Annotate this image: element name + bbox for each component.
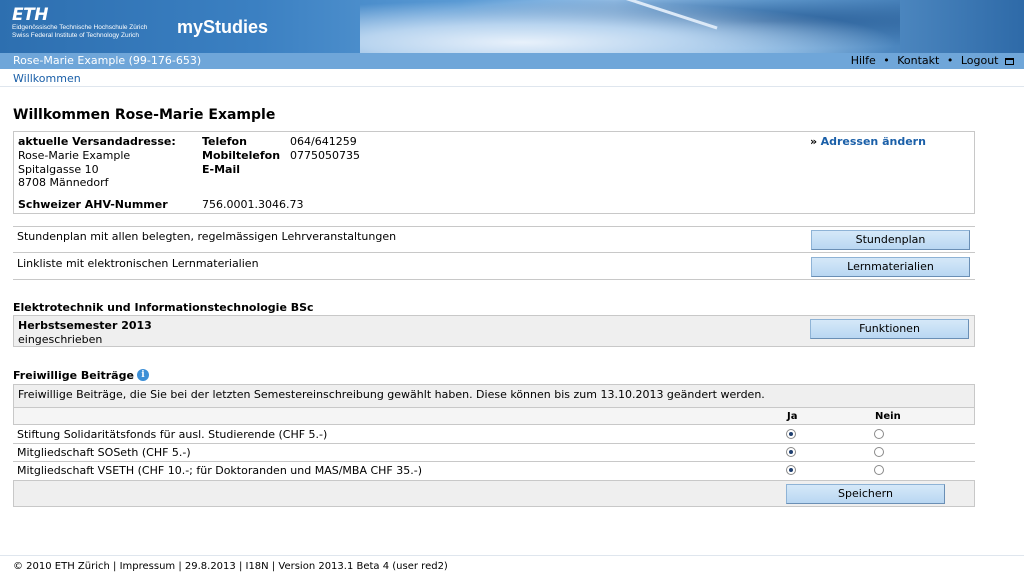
divider [0, 86, 1024, 87]
eth-logo[interactable]: ETH Eidgenössische Technische Hochschule… [12, 6, 147, 40]
mobile-value: 0775050735 [290, 149, 360, 162]
address-city: 8708 Männedorf [18, 176, 109, 189]
page-title: Willkommen Rose-Marie Example [13, 107, 276, 123]
divider [0, 555, 1024, 556]
contribution-1-no-radio[interactable] [874, 429, 884, 439]
email-label: E-Mail [202, 163, 240, 176]
contact-link[interactable]: Kontakt [897, 54, 939, 67]
divider [13, 461, 975, 462]
contributions-title: Freiwillige Beiträge i [13, 369, 149, 382]
ahv-value: 756.0001.3046.73 [202, 198, 304, 211]
contribution-label: Stiftung Solidaritätsfonds für ausl. Stu… [17, 428, 328, 441]
column-yes: Ja [787, 411, 798, 422]
contribution-3-yes-radio[interactable] [786, 465, 796, 475]
eth-logo-mark: ETH [12, 5, 48, 25]
change-address-label: Adressen ändern [820, 135, 926, 148]
divider [13, 226, 975, 227]
contributions-description: Freiwillige Beiträge, die Sie bei der le… [18, 388, 765, 401]
change-address-link[interactable]: » Adressen ändern [810, 135, 926, 148]
contributions-description-box: Freiwillige Beiträge, die Sie bei der le… [13, 384, 975, 408]
footer: © 2010 ETH Zürich | Impressum | 29.8.201… [13, 561, 448, 572]
help-link[interactable]: Hilfe [851, 54, 876, 67]
app-title: myStudies [177, 17, 269, 37]
semester-label: Herbstsemester 2013 [18, 319, 152, 332]
save-button[interactable]: Speichern [786, 484, 945, 504]
contribution-2-no-radio[interactable] [874, 447, 884, 457]
phone-label: Telefon [202, 135, 247, 148]
banner-photo [360, 0, 900, 53]
top-links: Hilfe • Kontakt • Logout [851, 54, 1014, 67]
user-info: Rose-Marie Example (99-176-653) [13, 54, 202, 67]
separator: • [946, 54, 954, 67]
separator: • [883, 54, 890, 67]
breadcrumb[interactable]: Willkommen [13, 72, 81, 85]
top-navbar: Rose-Marie Example (99-176-653) Hilfe • … [0, 53, 1024, 69]
schedule-description: Stundenplan mit allen belegten, regelmäs… [17, 230, 397, 243]
contribution-2-yes-radio[interactable] [786, 447, 796, 457]
contribution-1-yes-radio[interactable] [786, 429, 796, 439]
header-banner: ETH Eidgenössische Technische Hochschule… [0, 0, 1024, 53]
phone-value: 064/641259 [290, 135, 357, 148]
print-icon[interactable] [1005, 57, 1014, 65]
materials-button[interactable]: Lernmaterialien [811, 257, 970, 277]
contribution-label: Mitgliedschaft SOSeth (CHF 5.-) [17, 446, 191, 459]
divider [13, 443, 975, 444]
address-name: Rose-Marie Example [18, 149, 131, 162]
program-title: Elektrotechnik und Informationstechnolog… [13, 301, 314, 314]
divider [13, 252, 975, 253]
contributions-header-row: Ja Nein [13, 407, 975, 425]
logout-link[interactable]: Logout [961, 54, 999, 67]
chevron-right-icon: » [810, 135, 818, 148]
divider [13, 279, 975, 280]
ahv-label: Schweizer AHV-Nummer [18, 198, 168, 211]
contribution-label: Mitgliedschaft VSETH (CHF 10.-; für Dokt… [17, 464, 423, 477]
column-no: Nein [875, 411, 901, 422]
contribution-3-no-radio[interactable] [874, 465, 884, 475]
address-box: aktuelle Versandadresse: Rose-Marie Exam… [13, 131, 975, 214]
mobile-label: Mobiltelefon [202, 149, 281, 162]
info-icon[interactable]: i [136, 369, 149, 381]
eth-logo-line2: Swiss Federal Institute of Technology Zu… [12, 32, 140, 39]
materials-description: Linkliste mit elektronischen Lernmateria… [17, 257, 259, 270]
contributions-title-text: Freiwillige Beiträge [13, 369, 134, 382]
enrollment-status: eingeschrieben [18, 333, 103, 346]
address-street: Spitalgasse 10 [18, 163, 99, 176]
schedule-button[interactable]: Stundenplan [811, 230, 970, 250]
eth-logo-line1: Eidgenössische Technische Hochschule Zür… [12, 24, 148, 31]
functions-button[interactable]: Funktionen [810, 319, 969, 339]
address-label: aktuelle Versandadresse: [18, 135, 176, 148]
